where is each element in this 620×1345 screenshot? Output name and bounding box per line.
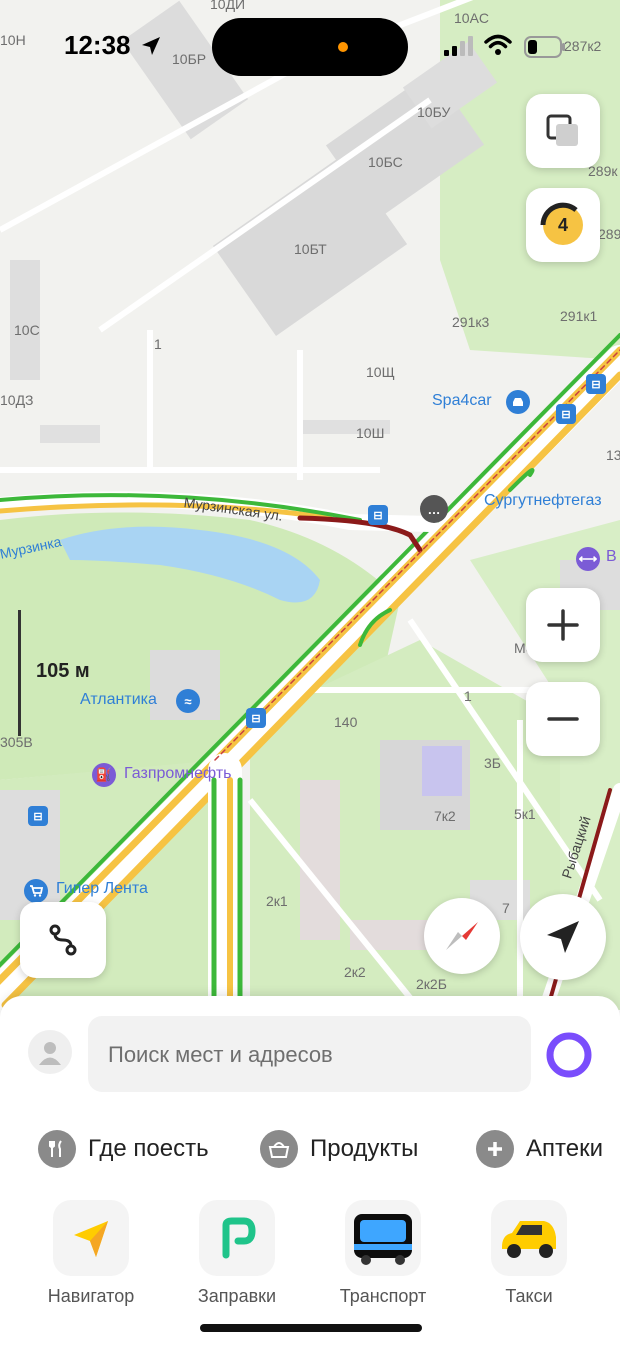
route-icon (49, 924, 77, 956)
taxi-icon (491, 1200, 567, 1276)
map-layers-button[interactable] (526, 94, 600, 168)
car-wash-icon[interactable] (506, 390, 530, 414)
chip-label: Аптеки (526, 1135, 603, 1162)
scale-label: 105 м (36, 660, 90, 682)
zoom-in-button[interactable] (526, 588, 600, 662)
building-label: 289 (598, 226, 620, 242)
plus-icon (547, 609, 579, 641)
dynamic-island (212, 18, 408, 76)
building-label: 10БУ (417, 104, 451, 120)
bottom-sheet[interactable]: Где поесть Продукты Аптеки Навигатор Зап… (0, 996, 620, 1345)
building-label: 2к2Б (416, 976, 447, 992)
cellular-signal-icon (444, 36, 473, 56)
bus-stop-icon[interactable]: ⊟ (28, 806, 48, 826)
fuel-icon (199, 1200, 275, 1276)
fork-knife-icon (38, 1130, 76, 1168)
route-button[interactable] (20, 902, 106, 978)
building-label: 10БР (172, 51, 207, 67)
chip-label: Продукты (310, 1135, 419, 1162)
navigator-icon (53, 1200, 129, 1276)
building-label: 1 (464, 688, 472, 704)
app-taxi[interactable]: Такси (474, 1200, 584, 1310)
basket-icon (260, 1130, 298, 1168)
chip-where-to-eat[interactable]: Где поесть (38, 1130, 209, 1168)
traffic-button[interactable]: 4 (526, 188, 600, 262)
poi-atlantika[interactable]: Атлантика (80, 691, 157, 709)
wifi-icon (484, 34, 512, 55)
building-label: 10С (14, 322, 40, 338)
building-label: 5к1 (514, 806, 536, 822)
building-label: 2к1 (266, 893, 288, 909)
building-label: 3Б (484, 755, 501, 771)
swimming-icon[interactable]: ≈ (176, 689, 200, 713)
poi-surgutneftegaz[interactable]: Сургутнефтегаз (484, 492, 602, 510)
road-event-icon[interactable]: … (420, 495, 448, 523)
profile-avatar[interactable] (28, 1030, 72, 1074)
poi-right-icon[interactable]: ⟷ (576, 547, 600, 571)
chip-groceries[interactable]: Продукты (260, 1130, 418, 1168)
poi-gazpromneft[interactable]: Газпромнефть (124, 765, 232, 783)
status-time: 12:38 (64, 30, 131, 60)
location-arrow-icon (547, 921, 579, 953)
user-icon (39, 1042, 61, 1065)
building-label: 10ДЗ (0, 392, 34, 408)
bus-stop-icon[interactable]: ⊟ (246, 708, 266, 728)
building-label: 10ДИ (210, 0, 246, 12)
building-label: 287к2 (564, 38, 602, 54)
app-navigator[interactable]: Навигатор (36, 1200, 146, 1310)
chip-pharmacies[interactable]: Аптеки (476, 1130, 603, 1168)
building-label: 7к2 (434, 808, 456, 824)
bus-stop-icon[interactable]: ⊟ (556, 404, 576, 424)
building-label: 7 (502, 900, 510, 916)
building-label: 305В (0, 734, 33, 750)
scale-bar (18, 610, 21, 736)
app-label: Заправки (197, 1286, 277, 1306)
building-label: 10Н (0, 32, 26, 48)
app-label: Навигатор (47, 1286, 135, 1306)
app-transport[interactable]: Транспорт (328, 1200, 438, 1310)
building-label: 10AC (454, 10, 490, 26)
compass-icon (446, 922, 478, 950)
traffic-level-value: 4 (557, 214, 568, 235)
plus-icon (476, 1130, 514, 1168)
building-label: 13 (606, 447, 620, 463)
app-fuel[interactable]: Заправки (182, 1200, 292, 1310)
app-label: Такси (505, 1286, 553, 1306)
alice-voice-assistant-icon[interactable] (546, 1032, 592, 1078)
privacy-indicator-dot (338, 42, 348, 52)
building-label: 291к1 (560, 308, 598, 324)
location-arrow-icon (142, 37, 160, 55)
compass-button[interactable] (424, 898, 500, 974)
building-label: 10Ш (356, 425, 385, 441)
poi-partial-label[interactable]: В (606, 548, 617, 566)
minus-icon (547, 717, 579, 721)
building-label: 140 (334, 714, 358, 730)
home-indicator[interactable] (200, 1324, 422, 1332)
bus-icon (345, 1200, 421, 1276)
layers-icon (546, 114, 578, 146)
building-label: 10БС (368, 154, 403, 170)
bus-stop-icon[interactable]: ⊟ (368, 505, 388, 525)
app-label: Транспорт (339, 1286, 427, 1306)
poi-spa4car[interactable]: Spa4car (432, 392, 492, 410)
search-box[interactable] (88, 1016, 531, 1094)
building-label: 10БТ (294, 241, 327, 257)
search-input[interactable] (106, 1016, 510, 1094)
fuel-station-icon[interactable]: ⛽ (92, 763, 116, 787)
chip-label: Где поесть (88, 1135, 209, 1162)
poi-giper-lenta[interactable]: Гипер Лента (56, 880, 148, 898)
building-label: 1 (154, 336, 162, 352)
building-label: 2к2 (344, 964, 366, 980)
battery-icon (524, 36, 565, 58)
building-label: 291к3 (452, 314, 490, 330)
bus-stop-icon[interactable]: ⊟ (586, 374, 606, 394)
my-location-button[interactable] (520, 894, 606, 980)
cart-icon[interactable] (24, 879, 48, 903)
building-label: 10Щ (366, 364, 395, 380)
zoom-out-button[interactable] (526, 682, 600, 756)
